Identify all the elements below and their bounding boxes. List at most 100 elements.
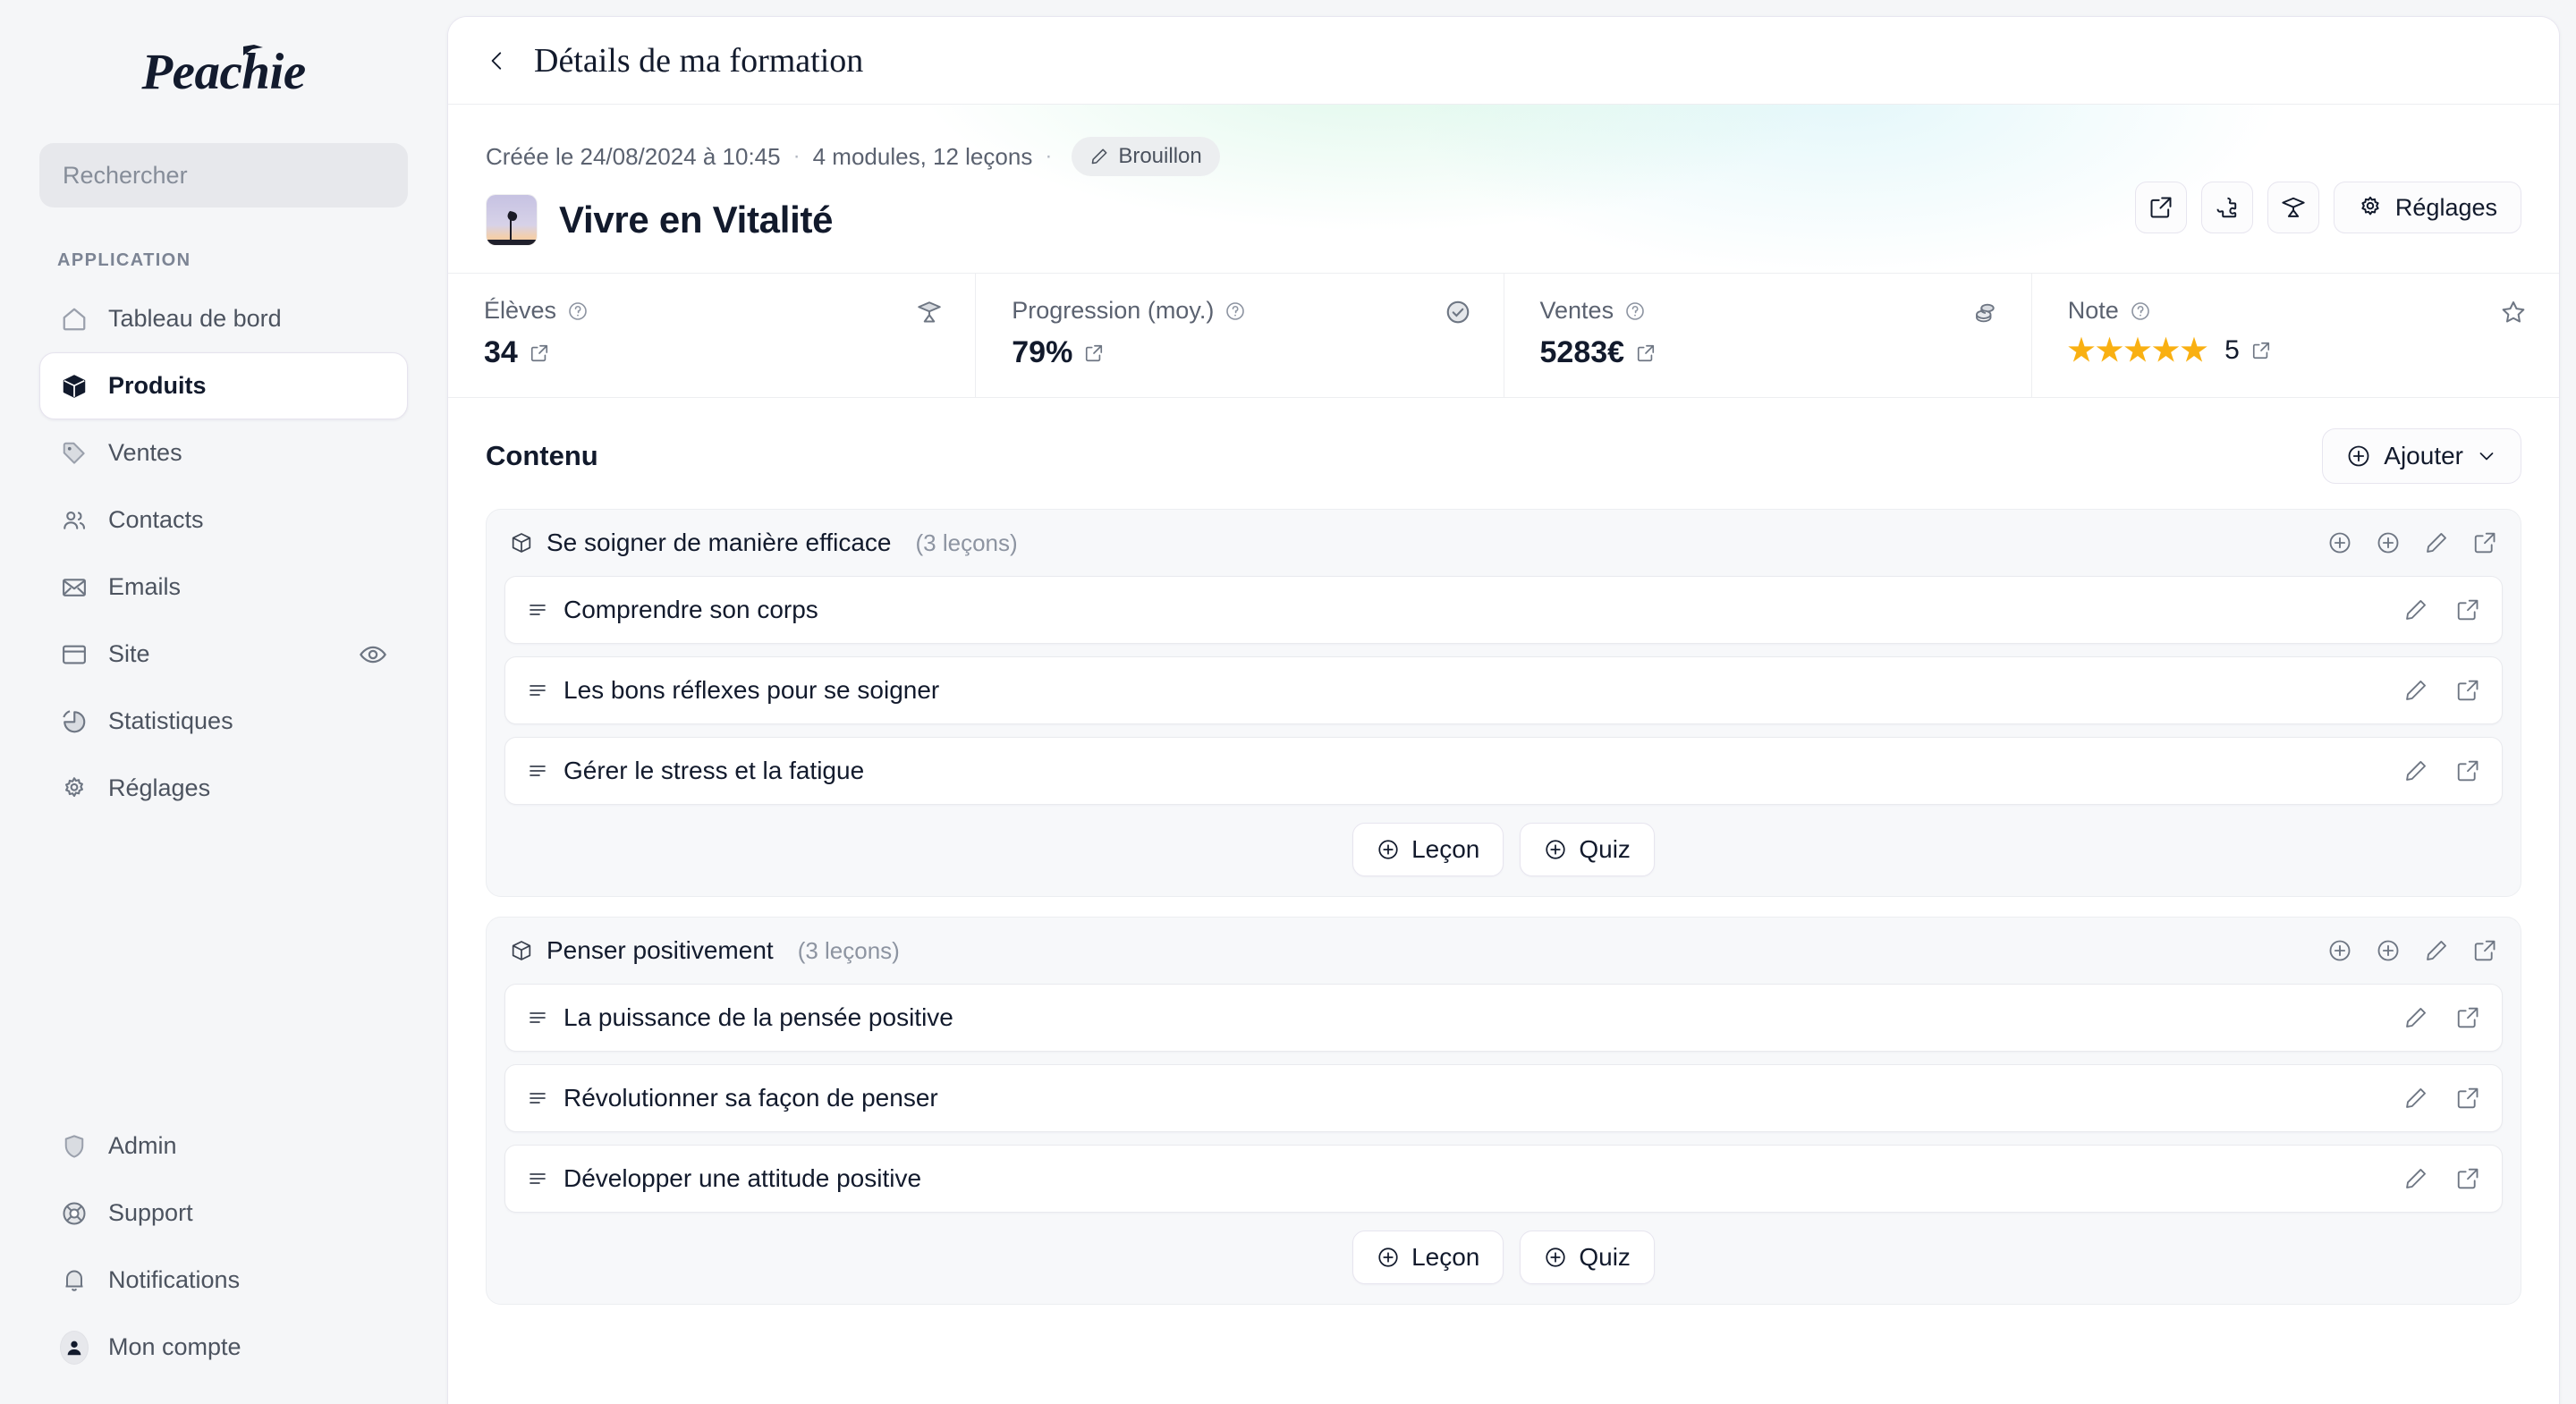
module-header[interactable]: Se soigner de manière efficace (3 leçons… [504, 510, 2503, 576]
sidebar-item-label: Site [108, 640, 150, 667]
lesson-row[interactable]: Comprendre son corps [504, 576, 2503, 644]
question-circle-icon[interactable] [1224, 300, 1246, 322]
lines-icon [527, 680, 548, 701]
question-circle-icon[interactable] [1624, 300, 1646, 322]
star-icon: ★ [2067, 334, 2096, 368]
edit-lesson-icon-button[interactable] [2403, 1005, 2428, 1030]
sidebar-item-notifications[interactable]: Notifications [39, 1247, 408, 1314]
search-box[interactable] [39, 143, 408, 207]
course-hero: Créée le 24/08/2024 à 10:45 · 4 modules,… [448, 105, 2559, 274]
stat-value: 79% [1012, 335, 1073, 369]
lesson-title: Développer une attitude positive [564, 1164, 922, 1192]
pie-chart-icon [60, 707, 89, 736]
lesson-row[interactable]: Développer une attitude positive [504, 1145, 2503, 1213]
open-lesson-icon-button[interactable] [2455, 1005, 2480, 1030]
edit-lesson-icon-button[interactable] [2403, 1166, 2428, 1191]
students-button[interactable] [2267, 182, 2319, 233]
module-title: Se soigner de manière efficace [547, 529, 892, 556]
lesson-row[interactable]: Révolutionner sa façon de penser [504, 1064, 2503, 1132]
lesson-row[interactable]: Gérer le stress et la fatigue [504, 737, 2503, 805]
edit-module-icon-button[interactable] [2424, 530, 2449, 555]
integrations-button[interactable] [2200, 182, 2253, 233]
sidebar-item-site[interactable]: Site [39, 621, 408, 688]
sidebar-item-tableau-de-bord[interactable]: Tableau de bord [39, 285, 408, 352]
module-lesson-count: (3 leçons) [797, 936, 900, 964]
sidebar-item-reglages[interactable]: Réglages [39, 755, 408, 822]
sidebar-item-ventes[interactable]: Ventes [39, 419, 408, 486]
open-lesson-icon-button[interactable] [2455, 678, 2480, 703]
external-link-icon[interactable] [2251, 341, 2271, 360]
question-circle-icon[interactable] [2130, 300, 2151, 322]
status-badge[interactable]: Brouillon [1072, 137, 1220, 176]
back-button[interactable] [486, 47, 509, 74]
settings-button[interactable]: Réglages [2333, 182, 2521, 233]
external-link-icon[interactable] [1084, 343, 1104, 363]
stats-row: Élèves 34 Progression (moy.) 79% Ventes … [448, 274, 2559, 398]
rating-stars: ★ ★ ★ ★ ★ [2068, 335, 2207, 366]
brand-logo-text: Peachie [141, 43, 306, 101]
status-badge-label: Brouillon [1118, 144, 1202, 168]
check-circle-icon [1445, 299, 1471, 326]
stat-card-note: Note ★ ★ ★ ★ ★ 5 [2032, 274, 2559, 397]
lesson-actions [2403, 1086, 2480, 1111]
sidebar-item-admin[interactable]: Admin [39, 1112, 408, 1180]
edit-lesson-icon-button[interactable] [2403, 597, 2428, 622]
sidebar-item-contacts[interactable]: Contacts [39, 486, 408, 554]
external-link-icon[interactable] [1636, 343, 1656, 363]
star-icon: ★ [2096, 334, 2123, 368]
edit-module-icon-button[interactable] [2424, 938, 2449, 963]
add-lesson-label: Leçon [1411, 1243, 1480, 1271]
sidebar-item-label: Emails [108, 573, 182, 600]
edit-lesson-icon-button[interactable] [2403, 1086, 2428, 1111]
lesson-row[interactable]: Les bons réflexes pour se soigner [504, 656, 2503, 724]
stat-header: Ventes [1540, 297, 1996, 325]
stat-value: 34 [484, 335, 518, 369]
open-lesson-icon-button[interactable] [2455, 1166, 2480, 1191]
add-lesson-icon-button[interactable] [2327, 938, 2352, 963]
edit-lesson-icon-button[interactable] [2403, 678, 2428, 703]
sidebar-item-produits[interactable]: Produits [39, 352, 408, 419]
add-quiz-label: Quiz [1579, 1243, 1631, 1271]
open-module-icon-button[interactable] [2472, 938, 2497, 963]
lesson-actions [2403, 597, 2480, 622]
course-meta: Créée le 24/08/2024 à 10:45 · 4 modules,… [486, 137, 2521, 176]
lesson-title: Les bons réflexes pour se soigner [564, 676, 940, 704]
lesson-title: La puissance de la pensée positive [564, 1003, 953, 1031]
stat-value-row: 5283€ [1540, 335, 1996, 370]
add-button[interactable]: Ajouter [2322, 428, 2521, 484]
content-section: Contenu Ajouter Se soigner de manière ef… [448, 398, 2559, 1404]
stat-value-row: 79% [1012, 335, 1467, 370]
module-header[interactable]: Penser positivement (3 leçons) [504, 918, 2503, 984]
brand-logo[interactable]: Peachie [39, 0, 408, 143]
gear-icon [60, 774, 89, 803]
add-quiz-button[interactable]: Quiz [1520, 1231, 1655, 1284]
edit-lesson-icon-button[interactable] [2403, 758, 2428, 783]
lesson-title: Gérer le stress et la fatigue [564, 757, 865, 784]
open-module-icon-button[interactable] [2472, 530, 2497, 555]
open-lesson-icon-button[interactable] [2455, 1086, 2480, 1111]
module-actions [2327, 530, 2497, 555]
add-quiz-button[interactable]: Quiz [1520, 823, 1655, 876]
sidebar-item-mon-compte[interactable]: Mon compte [39, 1314, 408, 1381]
sidebar-item-statistiques[interactable]: Statistiques [39, 688, 408, 755]
open-external-button[interactable] [2134, 182, 2187, 233]
open-lesson-icon-button[interactable] [2455, 597, 2480, 622]
stat-card-ventes: Ventes 5283€ [1504, 274, 2032, 397]
lesson-name-wrap: La puissance de la pensée positive [527, 1003, 953, 1032]
lesson-row[interactable]: La puissance de la pensée positive [504, 984, 2503, 1052]
add-module-icon-button[interactable] [2376, 938, 2401, 963]
shield-icon [60, 1132, 89, 1161]
open-lesson-icon-button[interactable] [2455, 758, 2480, 783]
search-input[interactable] [63, 161, 385, 190]
external-link-icon[interactable] [530, 343, 549, 363]
eye-icon[interactable] [359, 640, 387, 669]
home-icon [60, 305, 89, 334]
sidebar-item-label: Tableau de bord [108, 305, 282, 332]
sidebar-item-emails[interactable]: Emails [39, 554, 408, 621]
sidebar-item-support[interactable]: Support [39, 1180, 408, 1247]
add-lesson-button[interactable]: Leçon [1352, 823, 1504, 876]
add-module-icon-button[interactable] [2376, 530, 2401, 555]
question-circle-icon[interactable] [567, 300, 589, 322]
add-lesson-icon-button[interactable] [2327, 530, 2352, 555]
add-lesson-button[interactable]: Leçon [1352, 1231, 1504, 1284]
